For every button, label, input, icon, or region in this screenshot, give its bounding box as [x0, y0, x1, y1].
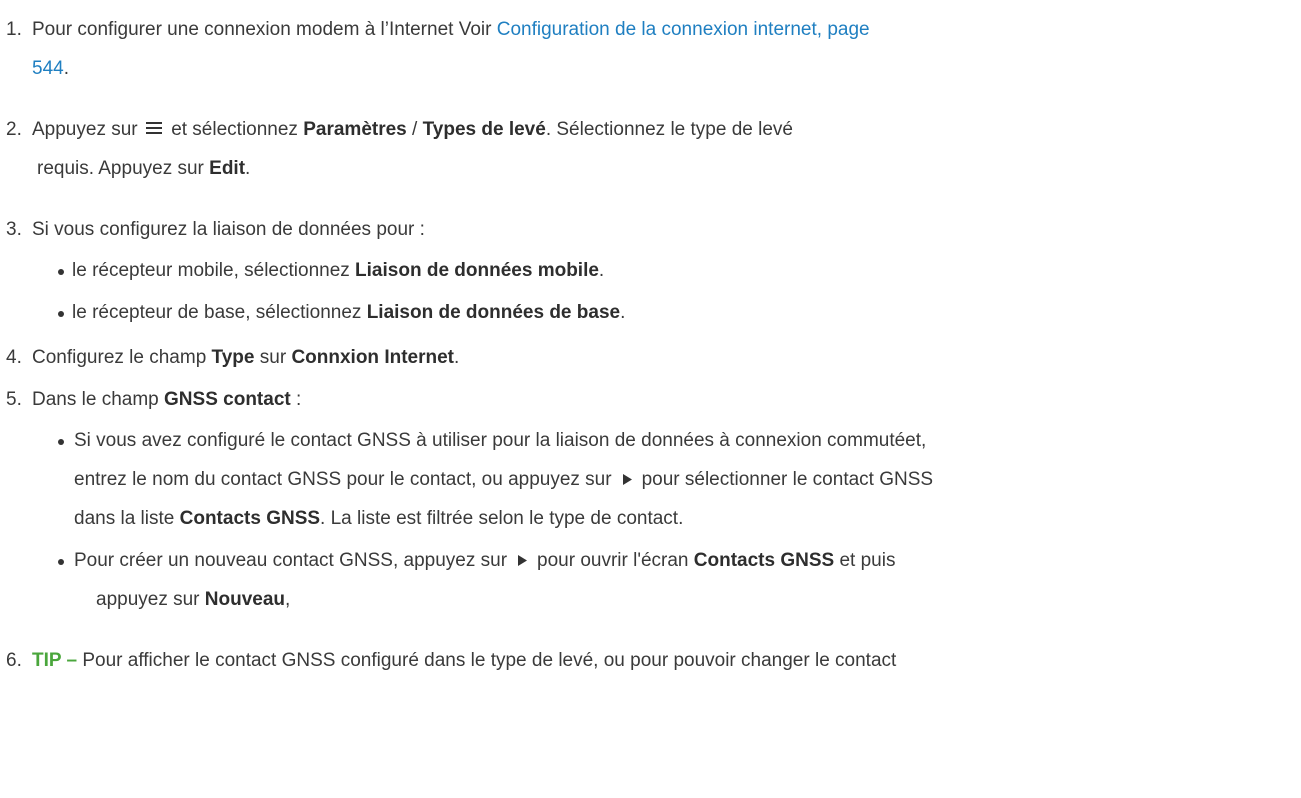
- bullet-text: dans la liste: [74, 508, 180, 529]
- bullet-text: pour sélectionner le contact GNSS: [641, 469, 934, 490]
- step-text-tail: :: [290, 389, 302, 410]
- bullet-text-tail: ,: [285, 589, 291, 610]
- triangle-right-icon[interactable]: [622, 474, 632, 485]
- step-text: Appuyez sur: [32, 119, 138, 140]
- liaison-base-label: Liaison de données de base: [366, 302, 621, 323]
- tip-label: TIP –: [32, 650, 78, 671]
- step-5-bullet-1-line-2: entrez le nom du contact GNSS pour le co…: [74, 468, 933, 492]
- step-text-tail: .: [454, 347, 460, 368]
- contacts-gnss-label: Contacts GNSS: [179, 508, 321, 529]
- step-1-line-2: 544.: [32, 57, 69, 81]
- bullet-dot: [58, 311, 64, 317]
- bullet-text: le récepteur mobile, sélectionnez: [72, 260, 356, 281]
- step-4: 4. Configurez le champ Type sur Connxion …: [6, 346, 459, 370]
- step-text-tail: .: [63, 58, 69, 79]
- liaison-mobile-label: Liaison de données mobile: [355, 260, 599, 281]
- step-5-bullet-2-line-1: Pour créer un nouveau contact GNSS, appu…: [74, 549, 895, 573]
- step-text: sur: [254, 347, 292, 368]
- step-number: 3.: [6, 219, 22, 240]
- step-text: Pour afficher le contact GNSS configuré …: [77, 650, 897, 671]
- step-text: Configurez le champ: [32, 347, 212, 368]
- step-3-bullet-2: le récepteur de base, sélectionnez Liais…: [72, 301, 625, 325]
- step-text: Si vous configurez la liaison de données…: [32, 219, 425, 240]
- step-1: 1. Pour configurer une connexion modem à …: [6, 18, 870, 42]
- hamburger-menu-icon: [145, 122, 162, 134]
- step-text: et sélectionnez: [171, 119, 304, 140]
- step-number: 2.: [6, 119, 22, 140]
- step-text: Dans le champ: [32, 389, 165, 410]
- config-internet-link[interactable]: Configuration de la connexion internet, …: [497, 19, 870, 40]
- step-2: 2. Appuyez sur et sélectionnez Paramètres…: [6, 118, 793, 142]
- bullet-text: . La liste est filtrée selon le type de …: [320, 508, 684, 529]
- step-5-bullet-2-line-2: appuyez sur Nouveau,: [96, 588, 290, 612]
- step-3: 3. Si vous configurez la liaison de donné…: [6, 218, 425, 242]
- bullet-text-tail: .: [598, 260, 605, 281]
- step-5-bullet-1-line-1: Si vous avez configuré le contact GNSS à…: [74, 429, 926, 453]
- step-text-tail: .: [245, 158, 251, 179]
- edit-label: Edit: [209, 158, 246, 179]
- bullet-text: entrez le nom du contact GNSS pour le co…: [74, 469, 612, 490]
- bullet-text: Si vous avez configuré le contact GNSS à…: [74, 430, 927, 451]
- step-number: 1.: [6, 19, 22, 40]
- types-de-leve-label: Types de levé: [422, 119, 546, 140]
- step-text: . Sélectionnez le type de levé: [545, 119, 793, 140]
- contacts-gnss-label: Contacts GNSS: [693, 550, 835, 571]
- separator: /: [406, 119, 423, 140]
- bullet-dot: [58, 269, 64, 275]
- bullet-text: appuyez sur: [96, 589, 205, 610]
- bullet-text: Pour créer un nouveau contact GNSS, appu…: [74, 550, 508, 571]
- step-5: 5. Dans le champ GNSS contact :: [6, 388, 301, 412]
- bullet-text-tail: .: [620, 302, 626, 323]
- type-label: Type: [211, 347, 255, 368]
- step-number: 6.: [6, 650, 22, 671]
- triangle-right-icon[interactable]: [517, 555, 528, 566]
- step-text: requis. Appuyez sur: [37, 158, 210, 179]
- step-5-bullet-1-line-3: dans la liste Contacts GNSS. La liste es…: [74, 507, 683, 531]
- step-text: Pour configurer une connexion modem à l’…: [32, 19, 497, 40]
- step-2-line-2: requis. Appuyez sur Edit.: [37, 157, 250, 181]
- bullet-dot: [58, 439, 64, 445]
- page-544-link[interactable]: 544: [32, 58, 64, 79]
- step-number: 5.: [6, 389, 22, 410]
- step-number: 4.: [6, 347, 22, 368]
- nouveau-label: Nouveau: [204, 589, 286, 610]
- parametres-label: Paramètres: [303, 119, 407, 140]
- step-3-bullet-1: le récepteur mobile, sélectionnez Liaiso…: [72, 259, 604, 283]
- bullet-dot: [58, 559, 64, 565]
- bullet-text: pour ouvrir l'écran: [537, 550, 694, 571]
- bullet-text: le récepteur de base, sélectionnez: [72, 302, 367, 323]
- connxion-internet-label: Connxion Internet: [291, 347, 454, 368]
- step-6: 6. TIP – Pour afficher le contact GNSS co…: [6, 649, 896, 673]
- bullet-text: et puis: [834, 550, 896, 571]
- gnss-contact-label: GNSS contact: [164, 389, 291, 410]
